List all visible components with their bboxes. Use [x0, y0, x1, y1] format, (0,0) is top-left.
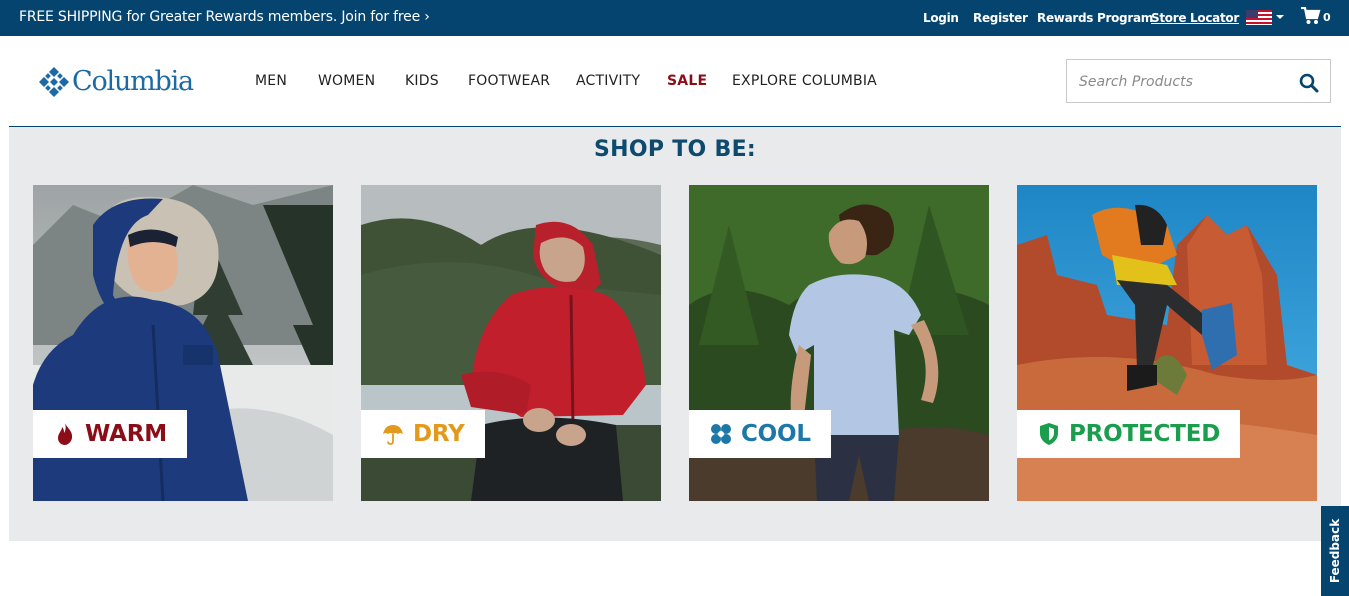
tile-dry[interactable]: DRY: [361, 185, 661, 501]
store-locator-link[interactable]: Store Locator: [1151, 11, 1239, 25]
tile-protected[interactable]: PROTECTED: [1017, 185, 1317, 501]
tag-protected: PROTECTED: [1017, 410, 1241, 458]
section-title: SHOP TO BE:: [593, 137, 756, 162]
tag-warm-label: WARM: [85, 421, 167, 447]
tag-cool-label: COOL: [741, 421, 811, 447]
register-link[interactable]: Register: [973, 11, 1028, 25]
shop-to-be-section: SHOP TO BE: WARM DRY COOL PROTECTED: [9, 127, 1341, 541]
shield-icon: [1040, 423, 1058, 445]
login-link[interactable]: Login: [923, 11, 959, 25]
nav-kids[interactable]: KIDS: [405, 73, 439, 89]
tag-dry: DRY: [361, 410, 485, 458]
columbia-diamond-icon: [39, 67, 69, 97]
nav-women[interactable]: WOMEN: [318, 73, 375, 89]
cart-count[interactable]: 0: [1323, 11, 1331, 24]
feedback-tab[interactable]: Feedback: [1321, 506, 1349, 596]
cooling-icon: [711, 424, 731, 444]
cart-icon[interactable]: [1301, 7, 1321, 25]
chevron-down-icon[interactable]: [1276, 15, 1284, 19]
search-icon[interactable]: [1299, 73, 1319, 93]
tag-protected-label: PROTECTED: [1069, 421, 1221, 447]
umbrella-icon: [383, 425, 403, 445]
search-input[interactable]: [1079, 71, 1289, 93]
nav-sale[interactable]: SALE: [667, 73, 707, 89]
rewards-program-link[interactable]: Rewards Program: [1037, 11, 1153, 25]
tag-cool: COOL: [689, 410, 831, 458]
feedback-label: Feedback: [1328, 518, 1342, 584]
nav-men[interactable]: MEN: [255, 73, 287, 89]
nav-explore-columbia[interactable]: EXPLORE COLUMBIA: [732, 73, 877, 89]
us-flag-icon[interactable]: [1246, 10, 1272, 25]
free-shipping-promo-link[interactable]: FREE SHIPPING for Greater Rewards member…: [19, 9, 430, 25]
search-box: [1066, 59, 1331, 103]
promo-bar: FREE SHIPPING for Greater Rewards member…: [0, 0, 1349, 36]
logo-text: Columbia: [72, 66, 194, 97]
tag-dry-label: DRY: [413, 421, 465, 447]
flame-icon: [58, 423, 73, 445]
tag-warm: WARM: [33, 410, 187, 458]
tile-cool[interactable]: COOL: [689, 185, 989, 501]
tile-warm[interactable]: WARM: [33, 185, 333, 501]
nav-footwear[interactable]: FOOTWEAR: [468, 73, 550, 89]
nav-activity[interactable]: ACTIVITY: [576, 73, 640, 89]
columbia-logo[interactable]: Columbia: [38, 66, 208, 98]
